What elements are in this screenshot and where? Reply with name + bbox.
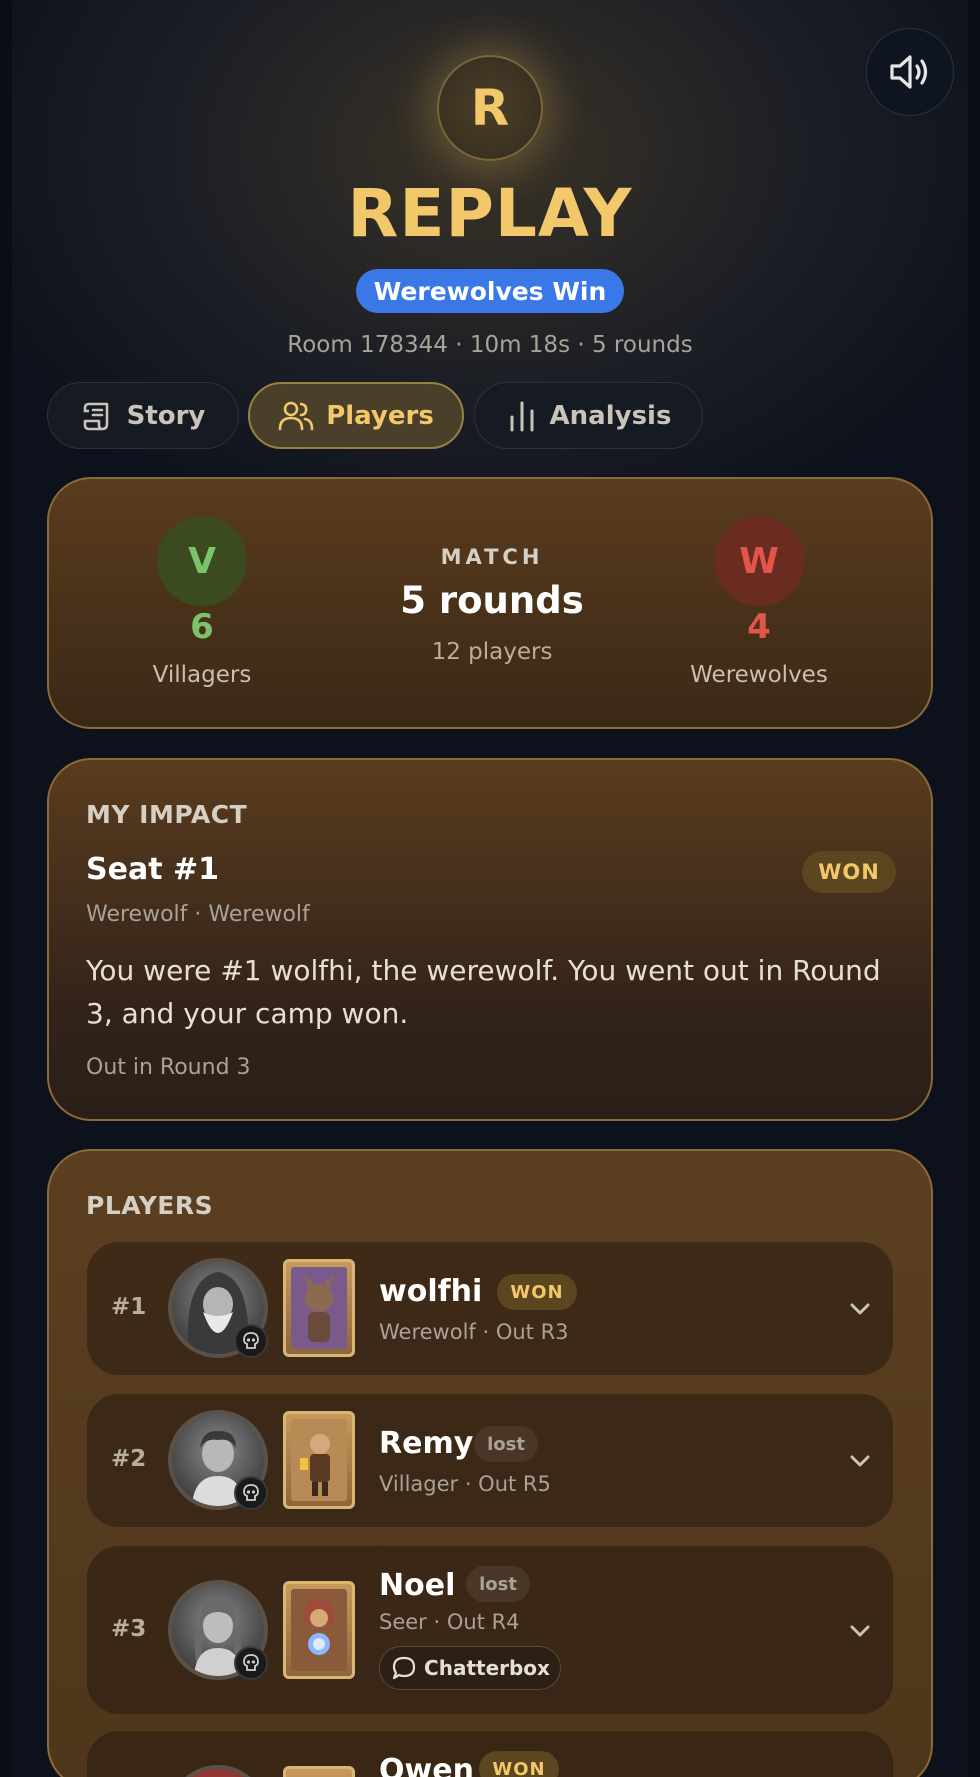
tab-story[interactable]: Story <box>47 382 239 449</box>
match-heading: MATCH <box>440 545 544 569</box>
match-summary-card: V 6 Villagers MATCH 5 rounds 12 players … <box>47 477 933 729</box>
chevron-down-icon[interactable] <box>845 1294 875 1324</box>
tab-players-label: Players <box>326 400 434 431</box>
result-badge: WON <box>479 1751 559 1777</box>
speaker-icon <box>890 55 928 89</box>
result-badge: lost <box>466 1566 530 1602</box>
my-impact-card: MY IMPACT Seat #1 WON Werewolf · Werewol… <box>47 758 933 1121</box>
role-card-image <box>283 1259 355 1357</box>
role-card-image <box>283 1766 355 1777</box>
skull-icon <box>234 1476 268 1510</box>
role-card-image <box>283 1581 355 1679</box>
player-row[interactable]: #1 wolfhi WON Werewolf · Out R3 <box>87 1242 893 1375</box>
werewolves-label: Werewolves <box>690 662 828 688</box>
villagers-count: 6 <box>190 607 214 647</box>
frame-edge-right <box>968 0 980 1777</box>
werewolves-badge: W <box>714 516 804 606</box>
tab-analysis-label: Analysis <box>549 400 672 431</box>
impact-heading: MY IMPACT <box>86 800 248 829</box>
users-icon <box>278 401 314 430</box>
skull-icon <box>234 1646 268 1680</box>
chevron-down-icon[interactable] <box>845 1616 875 1646</box>
sound-toggle-button[interactable] <box>866 28 954 116</box>
villagers-label: Villagers <box>152 662 252 688</box>
player-name: Owen <box>379 1753 474 1777</box>
player-name: Noel <box>379 1568 456 1603</box>
tab-players[interactable]: Players <box>248 382 464 449</box>
player-row[interactable]: #2 Remy lost Villager · Out R5 <box>87 1394 893 1527</box>
tab-analysis[interactable]: Analysis <box>474 382 703 449</box>
impact-seat: Seat #1 <box>86 852 219 887</box>
impact-summary: You were #1 wolfhi, the werewolf. You we… <box>86 954 881 1030</box>
player-avatar <box>168 1765 268 1777</box>
player-row[interactable]: Owen WON <box>87 1731 893 1777</box>
match-rounds: 5 rounds <box>400 579 584 622</box>
impact-subtitle: Werewolf · Werewolf <box>86 902 310 927</box>
player-name: Remy <box>379 1426 474 1461</box>
bar-chart-icon <box>510 401 534 431</box>
speech-bubble-icon <box>392 1656 416 1680</box>
villagers-badge: V <box>157 516 247 606</box>
scroll-icon <box>83 402 108 430</box>
frame-edge-left <box>0 0 12 1777</box>
skull-icon <box>234 1324 268 1358</box>
players-card: PLAYERS #1 wolfhi WON Werewolf · Out R3 … <box>47 1149 933 1777</box>
impact-won-badge: WON <box>802 851 896 893</box>
seat-number: #1 <box>111 1294 147 1320</box>
player-detail: Villager · Out R5 <box>379 1472 551 1496</box>
result-pill: Werewolves Win <box>356 269 624 313</box>
seat-number: #3 <box>111 1616 147 1642</box>
tab-story-label: Story <box>126 400 206 431</box>
player-detail: Seer · Out R4 <box>379 1610 520 1634</box>
room-meta: Room 178344 · 10m 18s · 5 rounds <box>287 332 693 358</box>
page-title: REPLAY <box>347 175 633 252</box>
werewolves-count: 4 <box>747 607 771 647</box>
room-avatar: R <box>437 55 543 161</box>
chatterbox-chip: Chatterbox <box>379 1646 561 1690</box>
player-name: wolfhi <box>379 1274 483 1309</box>
player-row[interactable]: #3 Noel lost Seer · Out R4 Chatterbox <box>87 1546 893 1714</box>
seat-number: #2 <box>111 1446 147 1472</box>
role-card-image <box>283 1411 355 1509</box>
result-badge: WON <box>497 1274 577 1310</box>
players-heading: PLAYERS <box>86 1191 214 1220</box>
result-badge: lost <box>474 1426 538 1462</box>
chevron-down-icon[interactable] <box>845 1446 875 1476</box>
impact-footer: Out in Round 3 <box>86 1055 251 1080</box>
player-detail: Werewolf · Out R3 <box>379 1320 569 1344</box>
match-players: 12 players <box>431 639 553 665</box>
chip-label: Chatterbox <box>424 1656 550 1680</box>
